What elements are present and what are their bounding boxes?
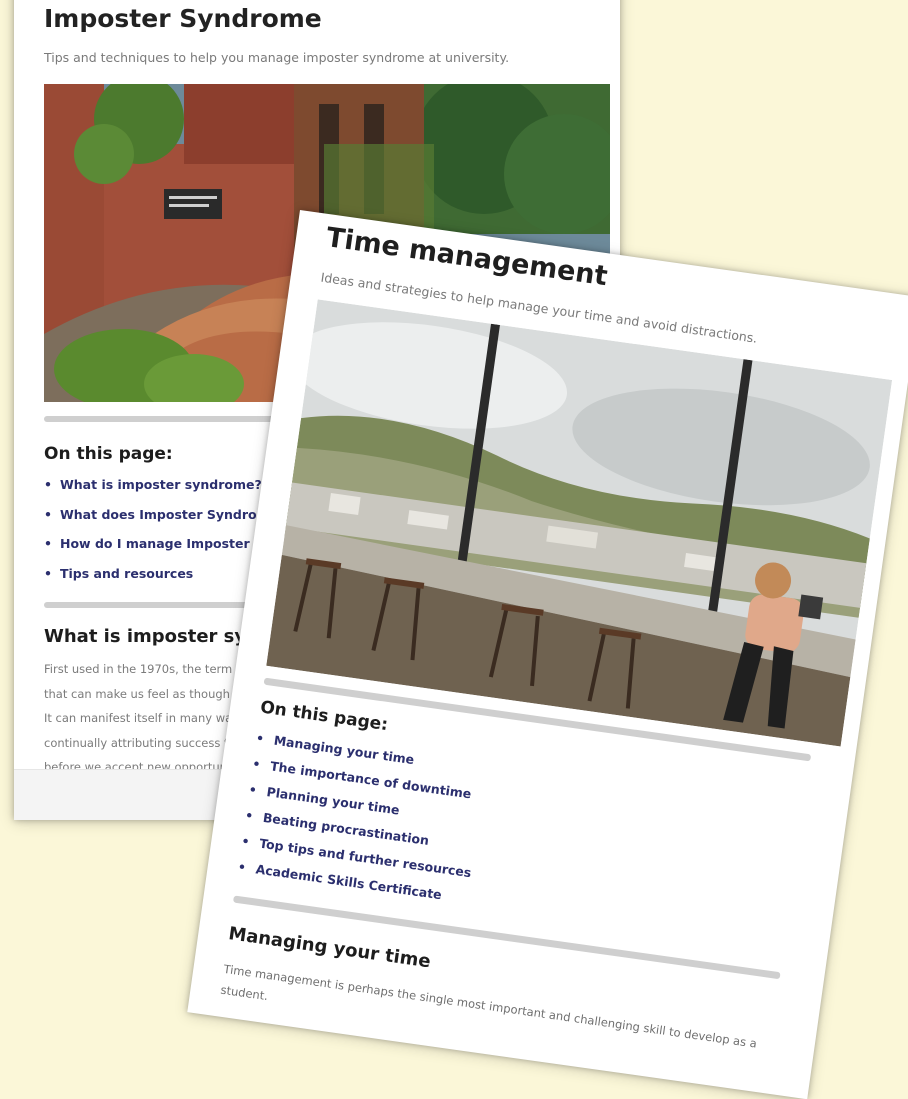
page-subtitle: Tips and techniques to help you manage i… [44,50,510,65]
section-paragraph: Time management is perhaps the single mo… [219,961,758,1051]
on-this-page-links: Managing your time The importance of dow… [235,730,486,917]
page-title: Imposter Syndrome [44,4,322,33]
student-window-photo [266,299,893,747]
on-this-page-heading: On this page: [44,444,173,464]
on-this-page-heading: On this page: [259,697,390,736]
time-management-card: Time management Ideas and strategies to … [187,210,908,1099]
